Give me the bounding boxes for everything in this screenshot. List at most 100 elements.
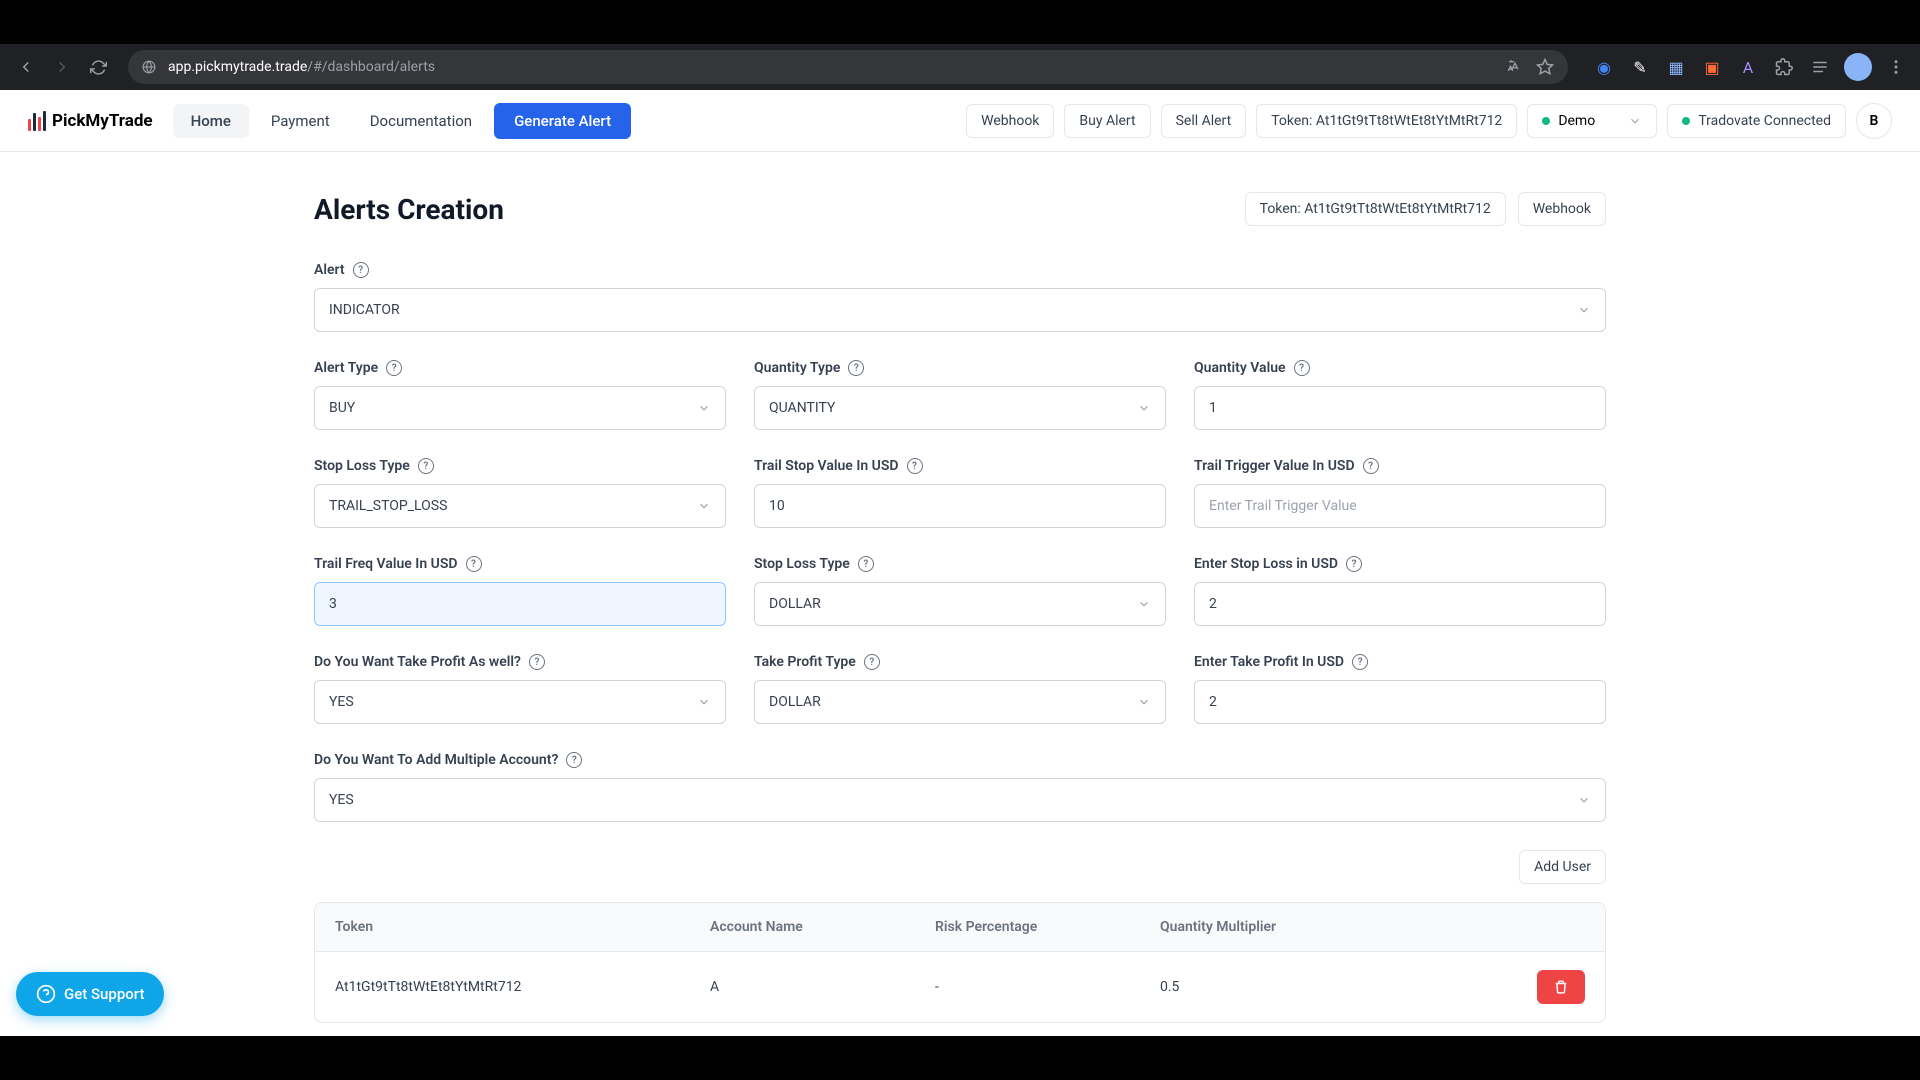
quantity-value-label: Quantity Value?: [1194, 360, 1606, 376]
help-icon[interactable]: ?: [353, 262, 369, 278]
col-header-token: Token: [335, 919, 710, 935]
help-icon[interactable]: ?: [848, 360, 864, 376]
help-icon[interactable]: ?: [1346, 556, 1362, 572]
app-navbar: PickMyTrade Home Payment Documentation G…: [0, 90, 1920, 152]
page-header: Alerts Creation Token: At1tGt9tTt8tWtEt8…: [314, 192, 1606, 226]
browser-forward-button[interactable]: [48, 53, 76, 81]
nav-webhook-chip[interactable]: Webhook: [966, 104, 1054, 138]
extension-icon-3[interactable]: ▦: [1664, 55, 1688, 79]
chevron-down-icon: [697, 499, 711, 513]
nav-payment[interactable]: Payment: [253, 104, 348, 138]
multi-account-label: Do You Want To Add Multiple Account??: [314, 752, 1606, 768]
stop-loss-usd-input[interactable]: [1194, 582, 1606, 626]
browser-profile-avatar[interactable]: [1844, 53, 1872, 81]
trail-stop-value-label: Trail Stop Value In USD?: [754, 458, 1166, 474]
multi-account-select[interactable]: YES: [314, 778, 1606, 822]
chevron-down-icon: [1137, 695, 1151, 709]
browser-reload-button[interactable]: [84, 53, 112, 81]
trail-trigger-label: Trail Trigger Value In USD?: [1194, 458, 1606, 474]
nav-sell-alert-chip[interactable]: Sell Alert: [1161, 104, 1247, 138]
chevron-down-icon: [1137, 401, 1151, 415]
connection-status: Tradovate Connected: [1667, 104, 1846, 138]
help-icon[interactable]: ?: [907, 458, 923, 474]
delete-row-button[interactable]: [1537, 970, 1585, 1004]
quantity-value-input[interactable]: [1194, 386, 1606, 430]
help-icon[interactable]: ?: [386, 360, 402, 376]
help-circle-icon: [36, 984, 56, 1004]
browser-toolbar: app.pickmytrade.trade/#/dashboard/alerts…: [0, 44, 1920, 90]
stop-loss-usd-label: Enter Stop Loss in USD?: [1194, 556, 1606, 572]
bookmark-star-icon[interactable]: [1536, 58, 1554, 76]
site-info-icon[interactable]: [142, 60, 156, 74]
quantity-type-select[interactable]: QUANTITY: [754, 386, 1166, 430]
want-tp-select[interactable]: YES: [314, 680, 726, 724]
accounts-table: Token Account Name Risk Percentage Quant…: [314, 902, 1606, 1023]
stop-loss-type-label: Stop Loss Type?: [314, 458, 726, 474]
user-avatar-button[interactable]: B: [1856, 103, 1892, 139]
cell-account: A: [710, 979, 935, 995]
col-header-qty: Quantity Multiplier: [1160, 919, 1410, 935]
brand-logo[interactable]: PickMyTrade: [28, 111, 153, 131]
extension-icon-4[interactable]: ▣: [1700, 55, 1724, 79]
col-header-account: Account Name: [710, 919, 935, 935]
help-icon[interactable]: ?: [466, 556, 482, 572]
nav-documentation[interactable]: Documentation: [352, 104, 490, 138]
url-path: /#/dashboard/alerts: [307, 59, 435, 75]
extension-icon-5[interactable]: A: [1736, 55, 1760, 79]
translate-icon[interactable]: [1506, 58, 1524, 76]
table-header: Token Account Name Risk Percentage Quant…: [315, 903, 1605, 951]
help-icon[interactable]: ?: [1352, 654, 1368, 670]
stop-loss-type2-select[interactable]: DOLLAR: [754, 582, 1166, 626]
help-icon[interactable]: ?: [418, 458, 434, 474]
tp-usd-input[interactable]: [1194, 680, 1606, 724]
trash-icon: [1554, 980, 1568, 994]
want-tp-label: Do You Want Take Profit As well??: [314, 654, 726, 670]
browser-extensions: ◉ ✎ ▦ ▣ A: [1592, 53, 1908, 81]
header-webhook-chip[interactable]: Webhook: [1518, 192, 1606, 226]
stop-loss-type2-label: Stop Loss Type?: [754, 556, 1166, 572]
browser-tab-strip: [0, 0, 1920, 44]
generate-alert-button[interactable]: Generate Alert: [494, 103, 631, 139]
help-icon[interactable]: ?: [529, 654, 545, 670]
alert-type-label: Alert Type?: [314, 360, 726, 376]
stop-loss-type-select[interactable]: TRAIL_STOP_LOSS: [314, 484, 726, 528]
alert-select[interactable]: INDICATOR: [314, 288, 1606, 332]
alert-type-select[interactable]: BUY: [314, 386, 726, 430]
connection-label: Tradovate Connected: [1698, 113, 1831, 129]
page-title: Alerts Creation: [314, 193, 504, 226]
add-user-button[interactable]: Add User: [1519, 850, 1606, 884]
extension-icon-2[interactable]: ✎: [1628, 55, 1652, 79]
support-label: Get Support: [64, 985, 144, 1003]
trail-stop-value-input[interactable]: [754, 484, 1166, 528]
nav-buy-alert-chip[interactable]: Buy Alert: [1064, 104, 1150, 138]
page-content: Alerts Creation Token: At1tGt9tTt8tWtEt8…: [290, 152, 1630, 1036]
logo-bars-icon: [28, 111, 46, 131]
help-icon[interactable]: ?: [864, 654, 880, 670]
browser-address-bar[interactable]: app.pickmytrade.trade/#/dashboard/alerts: [128, 50, 1568, 84]
browser-back-button[interactable]: [12, 53, 40, 81]
tp-usd-label: Enter Take Profit In USD?: [1194, 654, 1606, 670]
chevron-down-icon: [1577, 303, 1591, 317]
trail-trigger-input[interactable]: [1194, 484, 1606, 528]
help-icon[interactable]: ?: [1294, 360, 1310, 376]
reading-list-icon[interactable]: [1808, 55, 1832, 79]
extensions-menu-icon[interactable]: [1772, 55, 1796, 79]
status-dot-icon: [1542, 117, 1550, 125]
help-icon[interactable]: ?: [858, 556, 874, 572]
tp-type-label: Take Profit Type?: [754, 654, 1166, 670]
nav-token-display: Token: At1tGt9tTt8tWtEt8tYtMtRt712: [1256, 104, 1517, 138]
nav-home[interactable]: Home: [173, 104, 249, 138]
get-support-button[interactable]: Get Support: [16, 972, 164, 1016]
alert-label: Alert ?: [314, 262, 1606, 278]
browser-menu-icon[interactable]: [1884, 55, 1908, 79]
help-icon[interactable]: ?: [1363, 458, 1379, 474]
url-host: app.pickmytrade.trade: [168, 59, 307, 75]
help-icon[interactable]: ?: [566, 752, 582, 768]
tp-type-select[interactable]: DOLLAR: [754, 680, 1166, 724]
cell-token: At1tGt9tTt8tWtEt8tYtMtRt712: [335, 979, 710, 995]
chevron-down-icon: [1628, 114, 1642, 128]
extension-icon-1[interactable]: ◉: [1592, 55, 1616, 79]
account-selector[interactable]: Demo: [1527, 104, 1657, 138]
table-row: At1tGt9tTt8tWtEt8tYtMtRt712 A - 0.5: [315, 951, 1605, 1022]
trail-freq-input[interactable]: [314, 582, 726, 626]
